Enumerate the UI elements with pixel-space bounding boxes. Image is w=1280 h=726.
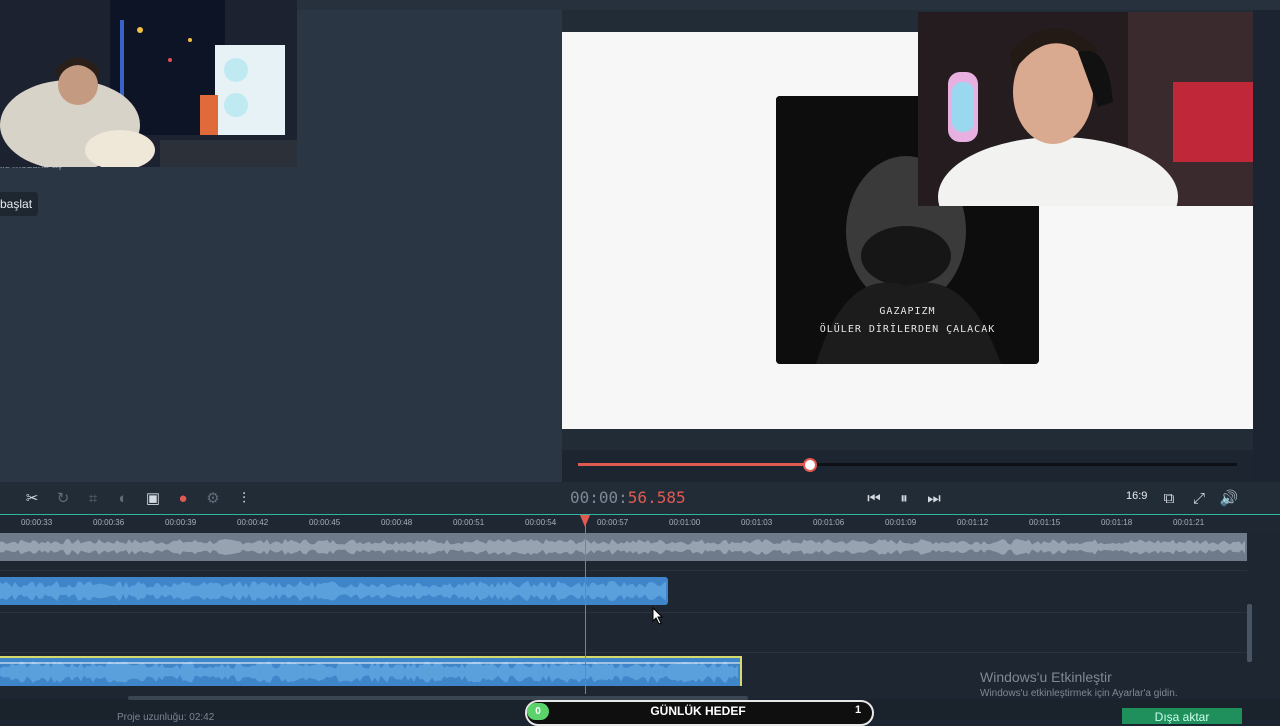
goal-current: 0 [527,703,549,720]
audio-clip-3[interactable] [0,656,742,686]
progress-fill [578,463,809,466]
audio-clip-1[interactable] [0,533,1247,561]
webcam-overlay-left [0,0,297,167]
project-length: Proje uzunluğu: 02:42 [117,712,215,723]
ruler-tick-label: 00:00:54 [525,518,557,527]
webcam-overlay-right [918,12,1253,206]
pause-icon[interactable]: ⏸ [892,486,916,510]
album-artist: GAZAPIZM [879,306,936,317]
gear-icon[interactable]: ⚙ [201,486,225,510]
goal-title: GÜNLÜK HEDEF [650,704,746,718]
rotate-icon[interactable]: ↻ [51,486,75,510]
scrubber-area [562,450,1253,482]
ruler-tick-label: 00:01:03 [741,518,773,527]
equalizer-icon[interactable]: ⫶ [232,486,256,510]
export-button[interactable]: Dışa aktar [1122,708,1242,724]
windows-activation-subtitle: Windows'u etkinleştirmek için Ayarlar'a … [980,688,1178,699]
goal-target: 1 [855,704,862,716]
aspect-ratio-button[interactable]: 16:9 [1126,490,1147,502]
ruler-tick-label: 00:01:21 [1173,518,1205,527]
ruler-tick-label: 00:01:00 [669,518,701,527]
ruler-tick-label: 00:01:12 [957,518,989,527]
audio-clip-2[interactable] [0,577,668,605]
ruler-tick-label: 00:00:33 [21,518,53,527]
ruler-tick-label: 00:01:15 [1029,518,1061,527]
playhead-line[interactable] [585,516,586,694]
timecode: 00:00:56.585 [570,488,686,507]
ruler-tick-label: 00:00:51 [453,518,485,527]
ruler-tick-label: 00:01:18 [1101,518,1133,527]
skip-forward-icon[interactable]: ⏭ [922,486,946,510]
ruler-tick-label: 00:01:09 [885,518,917,527]
track-divider [0,570,1247,571]
ruler-tick-label: 00:00:39 [165,518,197,527]
top-bar [297,0,1280,10]
ruler-tick-label: 00:00:42 [237,518,269,527]
popout-icon[interactable]: ⧉ [1157,486,1181,510]
timecode-static: 00:00: [570,488,628,507]
microphone-icon[interactable]: ● [171,486,195,510]
ruler-tick-label: 00:00:57 [597,518,629,527]
progress-handle[interactable] [802,458,817,472]
windows-activation-title: Windows'u Etkinleştir [980,669,1112,685]
album-title: ÖLÜLER DİRİLERDEN ÇALACAK [819,324,996,335]
volume-icon[interactable]: 🔊 [1217,486,1241,510]
fullscreen-icon[interactable]: ⤢ [1187,486,1211,510]
vertical-scrollbar[interactable] [1247,604,1252,662]
start-tooltip[interactable]: başlat [0,192,39,216]
ruler-tick-label: 00:00:36 [93,518,125,527]
track-divider [0,612,1247,613]
ruler-tick-label: 00:00:45 [309,518,341,527]
crop-icon[interactable]: ⌗ [81,486,105,510]
image-icon[interactable]: ▣ [141,486,165,510]
ruler-tick-label: 00:00:48 [381,518,413,527]
color-adjust-icon[interactable]: ◐ [111,486,135,510]
playhead-handle[interactable] [580,515,590,527]
track-divider [0,652,1247,653]
mouse-cursor-icon [652,607,664,625]
ruler-tick-label: 00:01:06 [813,518,845,527]
scissors-icon[interactable]: ✂ [20,486,44,510]
skip-back-icon[interactable]: ⏮ [862,486,886,510]
timecode-active: 56.585 [627,488,686,507]
